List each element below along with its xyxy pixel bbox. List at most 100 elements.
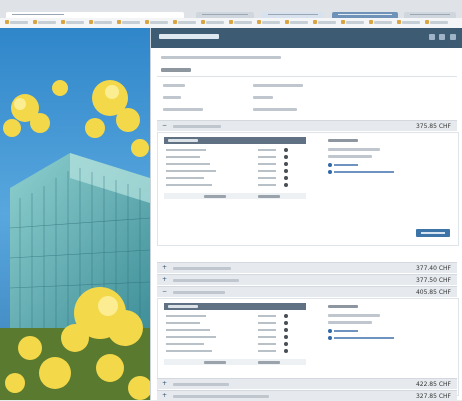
info-icon[interactable] <box>284 176 288 180</box>
expand-icon[interactable]: + <box>162 277 167 283</box>
product-detail <box>157 132 459 246</box>
table-header <box>164 137 306 144</box>
info-icon[interactable] <box>284 335 288 339</box>
bookmark-icon <box>117 20 121 24</box>
bookmark-item[interactable] <box>5 20 28 24</box>
bookmark-item[interactable] <box>33 20 56 24</box>
info-link[interactable] <box>328 162 388 168</box>
info-icon[interactable] <box>284 148 288 152</box>
bookmark-item[interactable] <box>397 20 420 24</box>
product-row[interactable]: − 405.85 CHF <box>157 286 457 297</box>
collapse-icon[interactable]: − <box>162 123 167 129</box>
product-name <box>173 291 225 294</box>
expand-icon[interactable]: + <box>162 381 167 387</box>
product-price: 375.85 CHF <box>415 123 451 130</box>
tab-strip <box>0 0 462 18</box>
product-name <box>173 279 239 282</box>
bookmark-icon <box>369 20 373 24</box>
table-total-value <box>258 361 280 364</box>
table-row <box>164 341 306 347</box>
info-icon[interactable] <box>284 162 288 166</box>
info-icon[interactable] <box>284 349 288 353</box>
table-row <box>164 313 306 319</box>
info-row <box>163 106 453 114</box>
info-link[interactable] <box>328 328 388 334</box>
bookmark-icon <box>61 20 65 24</box>
bookmark-item[interactable] <box>61 20 84 24</box>
info-text <box>328 314 380 317</box>
collapse-icon[interactable]: − <box>162 289 167 295</box>
table-header <box>164 303 306 310</box>
table-row <box>164 334 306 340</box>
info-heading <box>328 305 358 308</box>
info-text <box>328 148 380 151</box>
minimize-icon[interactable] <box>429 34 435 40</box>
close-icon[interactable] <box>450 34 456 40</box>
table-row <box>164 327 306 333</box>
product-row[interactable]: + 377.40 CHF <box>157 262 457 273</box>
table-footer <box>164 193 306 199</box>
table-row <box>164 154 306 160</box>
bookmark-item[interactable] <box>145 20 168 24</box>
info-value <box>253 84 303 87</box>
expand-icon[interactable]: + <box>162 265 167 271</box>
info-icon[interactable] <box>284 169 288 173</box>
bookmark-item[interactable] <box>285 20 308 24</box>
bookmark-item[interactable] <box>257 20 280 24</box>
product-name <box>173 125 221 128</box>
info-icon[interactable] <box>284 183 288 187</box>
product-row[interactable]: − 375.85 CHF <box>157 120 457 131</box>
bookmark-item[interactable] <box>313 20 336 24</box>
info-icon[interactable] <box>284 314 288 318</box>
bookmark-item[interactable] <box>201 20 224 24</box>
panel-header <box>151 28 462 48</box>
table-total <box>204 195 226 198</box>
link-icon <box>328 163 332 167</box>
info-link[interactable] <box>328 335 428 341</box>
product-price: 422.85 CHF <box>415 381 451 388</box>
bookmark-icon <box>313 20 317 24</box>
bookmark-icon <box>229 20 233 24</box>
info-text <box>328 155 372 158</box>
table-total-value <box>258 195 280 198</box>
info-icon[interactable] <box>284 342 288 346</box>
bookmark-item[interactable] <box>369 20 392 24</box>
maximize-icon[interactable] <box>439 34 445 40</box>
panel-title <box>159 34 219 39</box>
bookmark-item[interactable] <box>425 20 448 24</box>
expand-icon[interactable]: + <box>162 393 167 399</box>
bookmark-item[interactable] <box>229 20 252 24</box>
select-button[interactable] <box>416 229 450 237</box>
info-label <box>163 84 185 87</box>
table-title <box>168 139 198 142</box>
table-row <box>164 175 306 181</box>
bookmark-item[interactable] <box>341 20 364 24</box>
bookmark-icon <box>425 20 429 24</box>
info-label <box>163 108 203 111</box>
info-link[interactable] <box>328 169 428 175</box>
bookmark-item[interactable] <box>117 20 140 24</box>
bookmark-item[interactable] <box>173 20 196 24</box>
bookmarks-bar <box>0 18 462 28</box>
bookmark-item[interactable] <box>89 20 112 24</box>
bookmark-icon <box>173 20 177 24</box>
link-icon <box>328 336 332 340</box>
table-row <box>164 182 306 188</box>
table-row <box>164 320 306 326</box>
table-row <box>164 168 306 174</box>
divider <box>157 76 457 77</box>
info-icon[interactable] <box>284 321 288 325</box>
info-icon[interactable] <box>284 155 288 159</box>
product-row[interactable]: + 422.85 CHF <box>157 378 457 389</box>
product-row[interactable]: + 327.85 CHF <box>157 390 457 401</box>
bookmark-icon <box>33 20 37 24</box>
table-row <box>164 348 306 354</box>
bookmark-icon <box>145 20 149 24</box>
table-row <box>164 161 306 167</box>
product-information-panel: − 375.85 CHF + 377.40 CHF + 377.50 CHF −… <box>150 28 462 401</box>
background-photo <box>0 28 150 400</box>
product-price: 377.40 CHF <box>415 265 451 272</box>
info-text <box>328 321 372 324</box>
product-row[interactable]: + 377.50 CHF <box>157 274 457 285</box>
info-icon[interactable] <box>284 328 288 332</box>
